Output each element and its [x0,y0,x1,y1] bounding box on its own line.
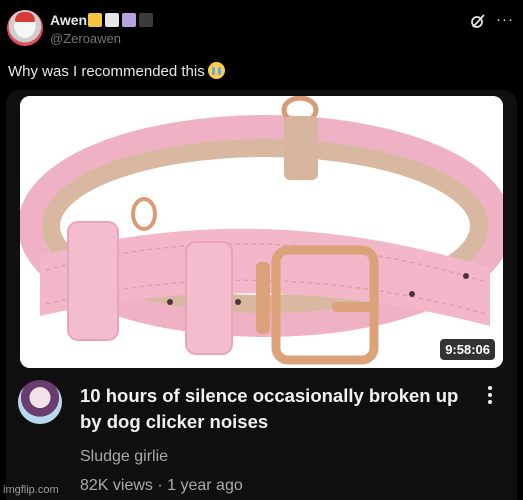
kebab-menu-icon[interactable] [488,386,492,407]
name-badges [88,13,153,27]
kebab-dot [488,400,492,404]
post-text: Why was I recommended this [8,61,225,81]
badge-dark [139,13,153,27]
display-name[interactable]: Awen [50,12,87,28]
user-handle[interactable]: @Zeroawen [50,31,121,46]
post-text-content: Why was I recommended this [8,63,205,80]
avatar-face [16,22,34,38]
kebab-dot [488,393,492,397]
video-title[interactable]: 10 hours of silence occasionally broken … [80,383,480,435]
badge-white [105,13,119,27]
avatar-hat [15,12,35,22]
grok-icon[interactable] [470,13,486,29]
video-duration-badge: 9:58:06 [440,339,495,360]
loudly-crying-face-icon [207,61,225,79]
channel-name[interactable]: Sludge girlie [80,448,168,466]
collar-image [20,96,503,368]
watermark: imgflip.com [3,484,59,496]
avatar[interactable] [7,10,43,46]
video-card[interactable]: 9:58:06 10 hours of silence occasionally… [6,90,517,500]
kebab-dot [488,386,492,390]
badge-purple [122,13,136,27]
badge-yellow [88,13,102,27]
more-icon[interactable]: ··· [496,11,514,28]
tweet: Awen @Zeroawen ··· Why was I recommended… [0,0,523,500]
video-thumbnail[interactable]: 9:58:06 [20,96,503,368]
channel-avatar[interactable] [18,380,62,424]
video-meta: 82K views · 1 year ago [80,477,243,494]
